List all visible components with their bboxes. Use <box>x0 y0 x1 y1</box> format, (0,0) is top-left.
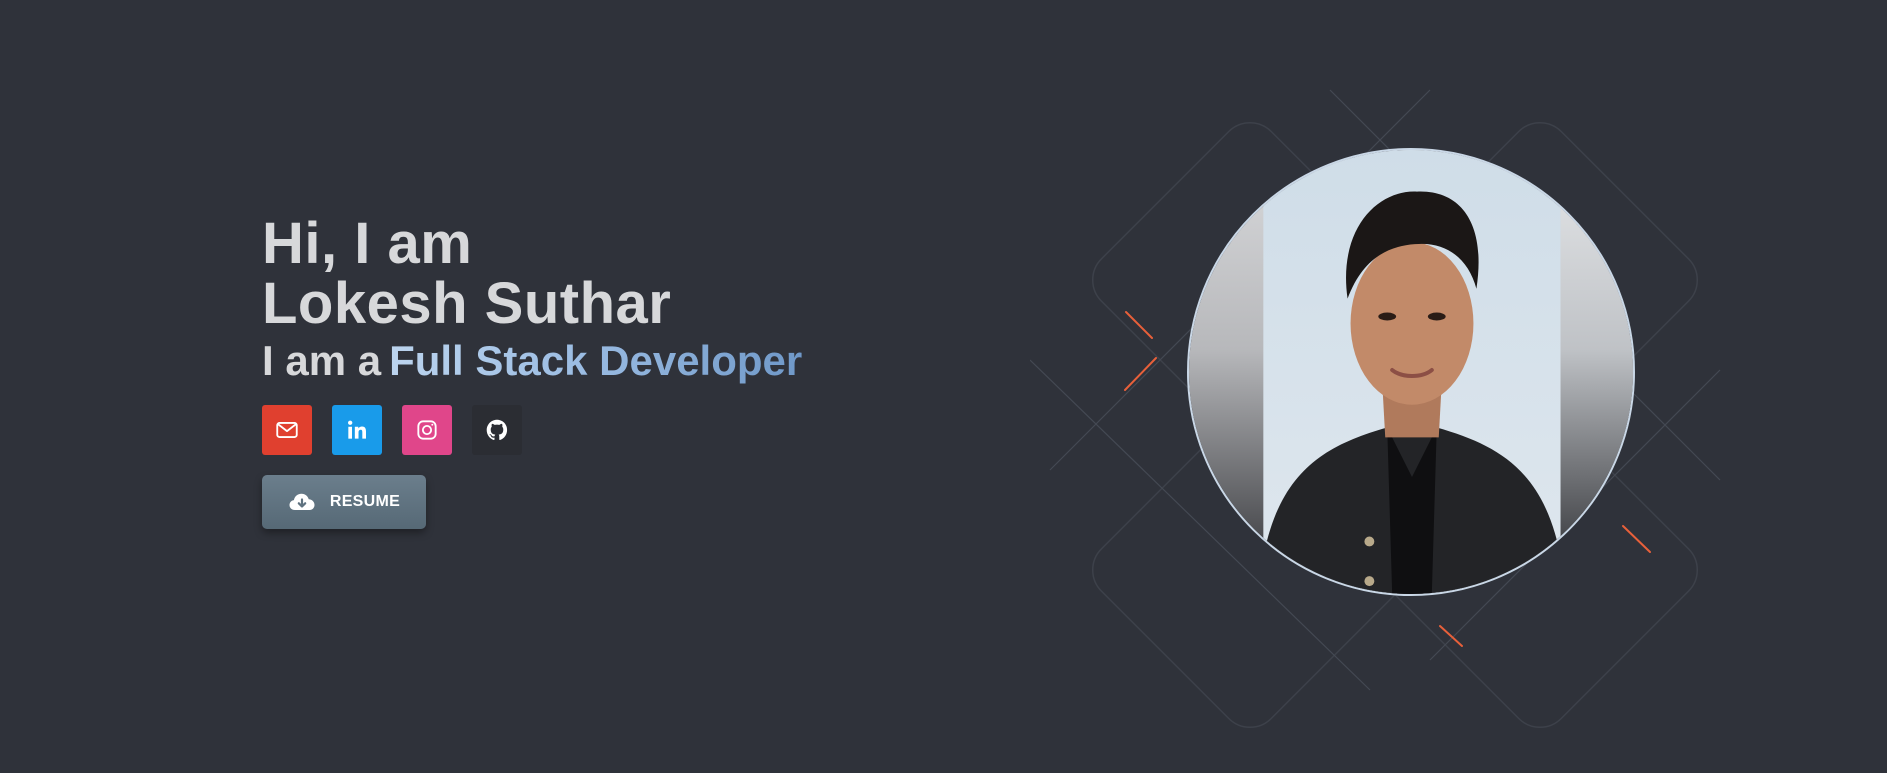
role-line: I am a Full Stack Developer <box>262 336 802 386</box>
role-title: Full Stack Developer <box>389 337 803 384</box>
name-heading: Lokesh Suthar <box>262 271 672 336</box>
resume-button[interactable]: RESUME <box>262 475 426 529</box>
resume-label: RESUME <box>329 493 401 510</box>
profile-photo <box>1187 148 1635 596</box>
greeting-heading: Hi, I am <box>262 211 473 276</box>
cloud-download-icon <box>289 493 315 510</box>
instagram-link[interactable] <box>402 405 452 455</box>
hero-intro: Hi, I am Lokesh Suthar I am a Full Stack … <box>262 214 802 529</box>
role-prefix: I am a <box>262 337 382 384</box>
mail-icon <box>276 422 298 438</box>
github-link[interactable] <box>472 405 522 455</box>
hero-section: Hi, I am Lokesh Suthar I am a Full Stack … <box>0 0 1887 773</box>
social-links <box>262 405 802 455</box>
email-link[interactable] <box>262 405 312 455</box>
instagram-icon <box>417 420 437 440</box>
linkedin-link[interactable] <box>332 405 382 455</box>
github-icon <box>486 419 508 440</box>
linkedin-icon <box>348 420 366 439</box>
